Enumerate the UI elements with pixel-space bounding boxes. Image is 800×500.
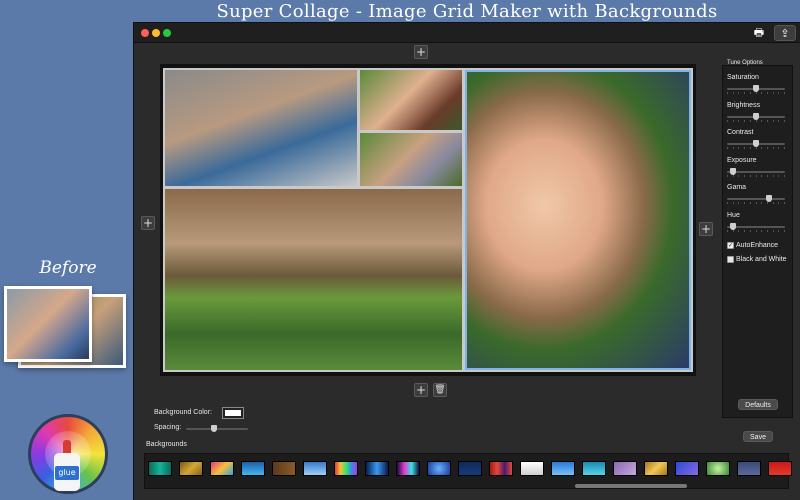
hue-slider[interactable]	[727, 222, 785, 232]
background-tile-white-glow[interactable]	[520, 461, 544, 476]
title-bar: 🖶 ⇪	[134, 23, 800, 43]
minimize-window-button[interactable]	[152, 29, 160, 37]
autoenhance-checkbox[interactable]: ✓	[727, 242, 734, 249]
brightness-slider-knob[interactable]	[753, 112, 759, 120]
gama-label: Gama	[727, 184, 747, 191]
background-tile-rainbow-bars[interactable]	[334, 461, 358, 476]
backgrounds-label: Backgrounds	[146, 441, 187, 448]
saturation-slider[interactable]	[727, 85, 785, 94]
background-tile-lavender-texture[interactable]	[613, 461, 637, 476]
spacing-slider[interactable]	[186, 425, 248, 432]
share-icon: ⇪	[780, 28, 790, 40]
background-tile-green-glow[interactable]	[706, 461, 730, 476]
brightness-label: Brightness	[727, 101, 761, 109]
background-tile-azure-gradient[interactable]	[551, 461, 575, 476]
print-button[interactable]: 🖶	[748, 25, 770, 41]
save-button[interactable]: Save	[743, 431, 773, 442]
add-right-button[interactable]: +	[699, 222, 713, 236]
exposure-label: Exposure	[727, 156, 757, 164]
logo-label: glue	[55, 466, 79, 480]
hue-slider-knob[interactable]	[729, 222, 736, 230]
background-tile-blue-wave[interactable]	[241, 461, 265, 476]
collage-canvas	[163, 68, 693, 372]
background-tile-cyan-gradient[interactable]	[582, 461, 606, 476]
background-tile-gold-texture[interactable]	[179, 461, 203, 476]
hue-label: Hue	[727, 211, 740, 219]
collage-canvas-frame	[160, 64, 696, 376]
add-bottom-button[interactable]: +	[414, 383, 428, 397]
photo-cell-mother-baby[interactable]	[360, 70, 462, 130]
trash-icon: 🗑	[434, 385, 446, 395]
black-and-white-label: Black and White	[736, 256, 787, 263]
spacing-label: Spacing:	[154, 424, 182, 431]
gama-slider-knob[interactable]	[766, 195, 772, 202]
backgrounds-strip	[144, 453, 792, 489]
glue-bottle-icon: glue	[52, 440, 82, 492]
photo-cell-group[interactable]	[360, 133, 462, 186]
tune-options-panel: Tune Options ✓ AutoEnhance Black and Whi…	[722, 60, 793, 418]
autoenhance-label: AutoEnhance	[736, 242, 779, 249]
background-color-label: Background Color:	[154, 409, 212, 416]
exposure-slider[interactable]	[727, 167, 785, 177]
contrast-slider-knob[interactable]	[753, 140, 759, 147]
gama-slider[interactable]	[727, 195, 785, 204]
background-color-swatch	[225, 410, 241, 416]
tune-options-title: Tune Options	[727, 60, 763, 66]
add-left-button[interactable]: +	[141, 216, 155, 230]
background-tile-red-stripes[interactable]	[489, 461, 513, 476]
photo-cell-father-lift[interactable]	[165, 189, 462, 370]
background-tile-red-plain[interactable]	[768, 461, 792, 476]
contrast-slider[interactable]	[727, 140, 785, 149]
add-top-button[interactable]: +	[414, 45, 428, 59]
background-tile-light-blue-sky[interactable]	[303, 461, 327, 476]
contrast-label: Contrast	[727, 129, 754, 136]
background-tile-slate-blue[interactable]	[737, 461, 761, 476]
before-photo-front	[4, 286, 92, 362]
background-tile-gold-shimmer[interactable]	[644, 461, 668, 476]
defaults-button[interactable]: Defaults	[738, 399, 778, 410]
background-tile-blue-bokeh[interactable]	[427, 461, 451, 476]
background-tile-brown-wood[interactable]	[272, 461, 296, 476]
printer-icon: 🖶	[753, 27, 765, 39]
background-tile-blue-glow-lines[interactable]	[365, 461, 389, 476]
background-tile-neon-streaks[interactable]	[396, 461, 420, 476]
brightness-slider[interactable]	[727, 112, 785, 122]
app-window: 🖶 ⇪ + + + + 🗑 Background Color: Spacing:…	[133, 22, 800, 500]
exposure-slider-knob[interactable]	[729, 167, 736, 175]
promo-headline: Super Collage - Image Grid Maker with Ba…	[216, 1, 718, 22]
photo-cell-family[interactable]	[165, 70, 357, 186]
saturation-label: Saturation	[727, 74, 759, 81]
before-label: Before	[39, 258, 97, 278]
zoom-window-button[interactable]	[163, 29, 171, 37]
photo-cell-baby-closeup[interactable]	[465, 70, 691, 370]
black-and-white-checkbox[interactable]	[727, 256, 734, 263]
saturation-slider-knob[interactable]	[753, 85, 759, 92]
background-tile-color-splash[interactable]	[210, 461, 234, 476]
backgrounds-scrollbar[interactable]	[575, 484, 687, 488]
background-tile-teal-gradient[interactable]	[148, 461, 172, 476]
share-button[interactable]: ⇪	[774, 25, 796, 41]
background-color-well[interactable]	[222, 407, 244, 419]
delete-cell-button[interactable]: 🗑	[433, 383, 447, 397]
background-tile-navy-plain[interactable]	[458, 461, 482, 476]
spacing-slider-knob[interactable]	[211, 425, 218, 432]
close-window-button[interactable]	[141, 29, 149, 37]
background-tile-blue-purple[interactable]	[675, 461, 699, 476]
